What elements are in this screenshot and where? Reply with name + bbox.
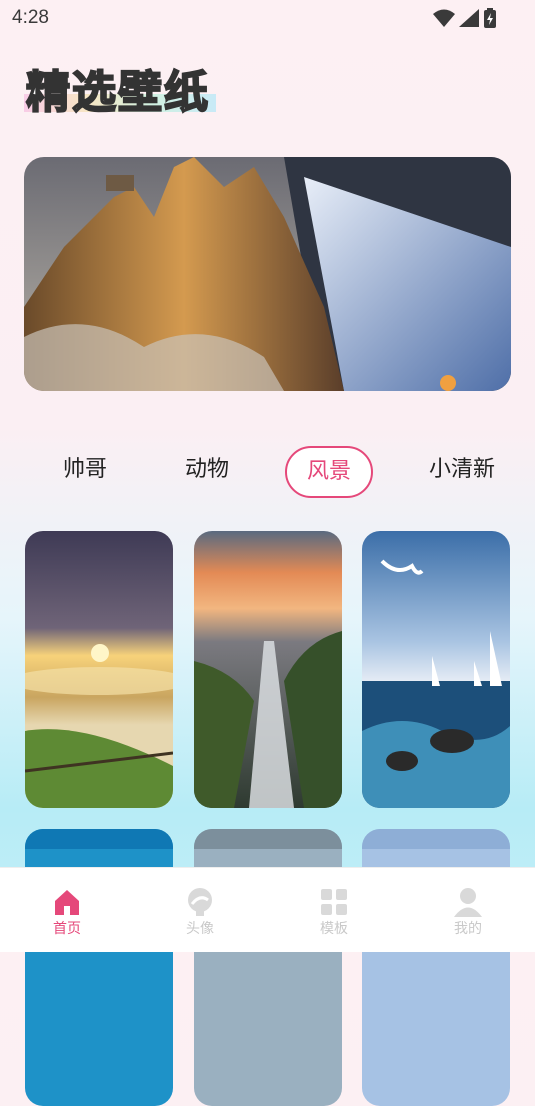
wifi-icon xyxy=(433,9,455,27)
page-title: 精选壁纸 xyxy=(25,66,210,119)
template-icon xyxy=(321,889,347,915)
mountain-banner-art xyxy=(24,157,511,391)
nav-mine-label: 我的 xyxy=(454,921,482,937)
nav-template-label: 模板 xyxy=(320,921,348,937)
signal-icon xyxy=(459,9,479,27)
nav-home[interactable]: 首页 xyxy=(27,886,107,938)
user-icon xyxy=(454,888,482,917)
status-bar: 4:28 xyxy=(0,0,535,36)
status-time: 4:28 xyxy=(12,7,49,28)
nav-avatar-label: 头像 xyxy=(186,921,214,937)
wallpaper-card[interactable] xyxy=(362,531,510,808)
nav-avatar[interactable]: 头像 xyxy=(160,886,240,938)
nav-template[interactable]: 模板 xyxy=(294,886,374,938)
seagull-sailboats-sea-image xyxy=(362,531,510,808)
nav-mine[interactable]: 我的 xyxy=(428,886,508,938)
nav-home-label: 首页 xyxy=(53,921,81,937)
bottom-navigation: 首页 头像 模板 我的 xyxy=(0,867,535,952)
tab-handsome[interactable]: 帅哥 xyxy=(52,446,118,494)
tab-scenery[interactable]: 风景 xyxy=(285,446,373,498)
avatar-icon xyxy=(188,888,212,916)
tab-animals[interactable]: 动物 xyxy=(174,446,240,494)
status-icons xyxy=(433,8,497,28)
wallpaper-card[interactable] xyxy=(194,531,342,808)
tab-fresh[interactable]: 小清新 xyxy=(420,446,504,494)
banner-image[interactable] xyxy=(24,157,511,391)
category-tabs: 帅哥 动物 风景 小清新 xyxy=(0,446,535,498)
sunset-clouds-meadow-image xyxy=(25,531,173,808)
battery-icon xyxy=(484,8,496,28)
wallpaper-card[interactable] xyxy=(25,531,173,808)
sunset-rocks-waterfall-image xyxy=(194,531,342,808)
home-icon xyxy=(55,890,79,915)
